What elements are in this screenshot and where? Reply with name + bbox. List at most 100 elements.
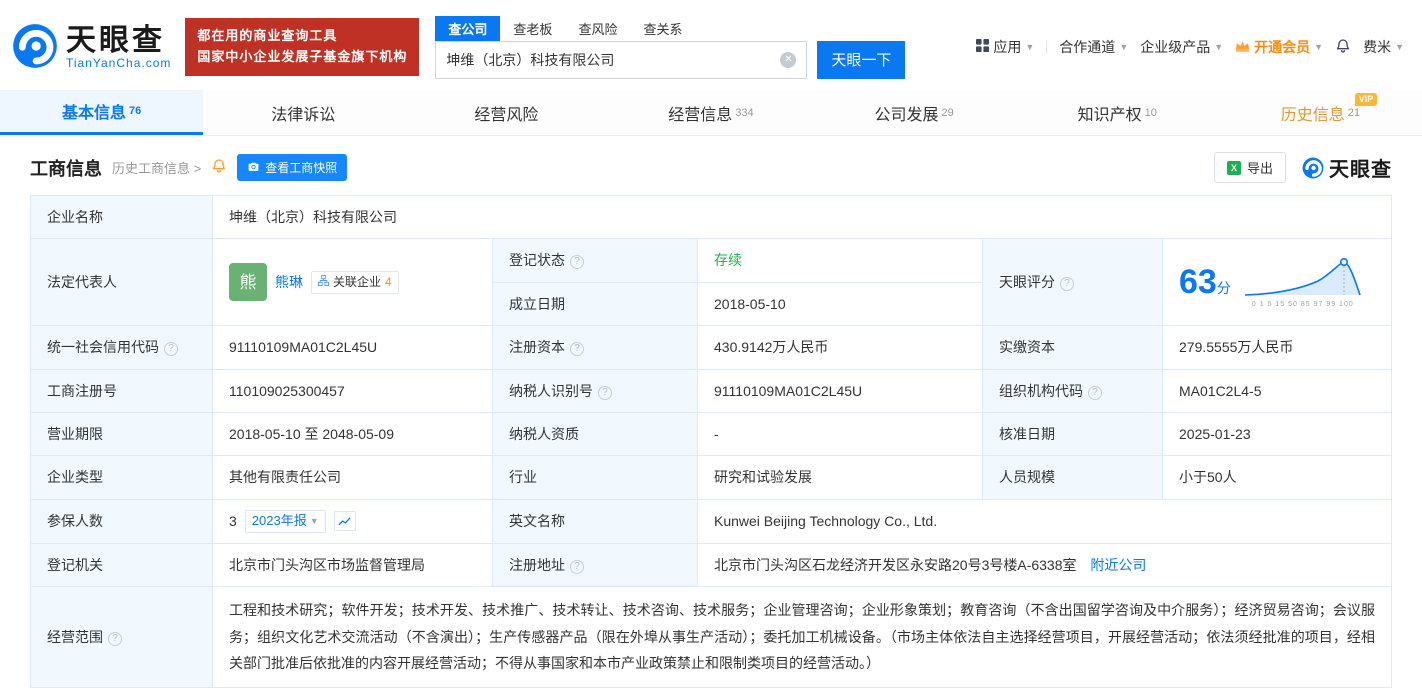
tab-basic-info[interactable]: 基本信息76 xyxy=(0,90,203,135)
search-button[interactable]: 天眼一下 xyxy=(817,41,905,79)
company-type-value: 其他有限责任公司 xyxy=(213,456,493,499)
camera-icon xyxy=(247,160,260,176)
tab-count: 21 xyxy=(1348,107,1360,119)
tab-legal-proceedings[interactable]: 法律诉讼 xyxy=(203,90,406,135)
nav-apps[interactable]: 应用 ▼ xyxy=(976,37,1034,57)
search-tab-company[interactable]: 查公司 xyxy=(435,16,500,41)
nearby-companies-link[interactable]: 附近公司 xyxy=(1090,557,1146,573)
insured-count-value: 3 xyxy=(229,510,237,532)
clear-search-icon[interactable]: ✕ xyxy=(780,52,796,68)
insured-count-label: 参保人数 xyxy=(31,499,213,543)
search-tab-boss[interactable]: 查老板 xyxy=(500,16,565,41)
user-menu[interactable]: 费米 ▼ xyxy=(1363,37,1404,57)
taxpayer-qualification-value: - xyxy=(698,412,983,455)
view-business-snapshot-button[interactable]: 查看工商快照 xyxy=(237,154,347,181)
nav-enterprise-label: 企业级产品 xyxy=(1140,37,1210,57)
tab-business-info[interactable]: 经营信息334 xyxy=(609,90,812,135)
registered-address-cell: 北京市门头沟区石龙经济开发区永安路20号3号楼A-6338室 附近公司 xyxy=(698,543,1392,586)
tab-label: 知识产权 xyxy=(1078,101,1142,125)
industry-value: 研究和试验发展 xyxy=(698,456,983,499)
help-icon[interactable]: ? xyxy=(108,632,122,646)
nav-open-membership[interactable]: 开通会员 ▼ xyxy=(1235,37,1323,57)
org-code-label: 组织机构代码? xyxy=(983,369,1163,412)
tab-operational-risk[interactable]: 经营风险 xyxy=(406,90,609,135)
notification-bell[interactable] xyxy=(1335,38,1351,57)
business-scope-label: 经营范围? xyxy=(31,586,213,687)
approval-date-value: 2025-01-23 xyxy=(1163,412,1392,455)
search-tab-risk[interactable]: 查风险 xyxy=(565,16,630,41)
table-row: 企业名称 坤维（北京）科技有限公司 xyxy=(31,196,1392,239)
divider xyxy=(1046,40,1047,54)
tianyancha-logo[interactable]: 天眼查 TianYanCha.com xyxy=(12,23,171,72)
snapshot-button-label: 查看工商快照 xyxy=(265,159,337,176)
annual-report-link[interactable]: 2023年报▼ xyxy=(245,510,326,533)
staff-size-value: 小于50人 xyxy=(1163,456,1392,499)
table-row: 登记机关 北京市门头沟区市场监督管理局 注册地址? 北京市门头沟区石龙经济开发区… xyxy=(31,543,1392,586)
table-row: 统一社会信用代码? 91110109MA01C2L45U 注册资本? 430.9… xyxy=(31,326,1392,369)
legal-rep-avatar[interactable]: 熊 xyxy=(229,263,267,301)
table-row: 法定代表人 熊 熊琳 关联企业 4 登记状态? 存续 xyxy=(31,239,1392,282)
tab-intellectual-property[interactable]: 知识产权10 xyxy=(1016,90,1219,135)
tab-company-development[interactable]: 公司发展29 xyxy=(813,90,1016,135)
username: 费米 xyxy=(1363,37,1391,57)
paid-capital-value: 279.5555万人民币 xyxy=(1163,326,1392,369)
tab-count: 10 xyxy=(1145,107,1157,119)
export-button[interactable]: X 导出 xyxy=(1214,152,1286,183)
monitor-bell-icon[interactable] xyxy=(211,158,227,177)
grid-icon xyxy=(976,39,989,55)
reg-capital-value: 430.9142万人民币 xyxy=(698,326,983,369)
history-business-info-link[interactable]: 历史工商信息 > xyxy=(112,158,201,177)
score-label: 天眼评分? xyxy=(983,239,1163,326)
company-type-label: 企业类型 xyxy=(31,456,213,499)
org-code-value: MA01C2L4-5 xyxy=(1163,369,1392,412)
tab-label: 基本信息 xyxy=(62,99,126,123)
tab-history-info[interactable]: 历史信息21 VIP xyxy=(1219,90,1422,135)
related-companies-tag[interactable]: 关联企业 4 xyxy=(311,271,399,294)
nav-cooperation[interactable]: 合作通道 ▼ xyxy=(1059,37,1128,57)
nav-cooperation-label: 合作通道 xyxy=(1059,37,1115,57)
tax-id-label: 纳税人识别号? xyxy=(493,369,698,412)
company-name-value: 坤维（北京）科技有限公司 xyxy=(213,196,1392,239)
score-distribution-chart: 0 1 5 15 50 85 97 99 100 xyxy=(1243,255,1363,310)
registered-address-value: 北京市门头沟区石龙经济开发区永安路20号3号楼A-6338室 xyxy=(714,557,1077,573)
slogan-line2: 国家中小企业发展子基金旗下机构 xyxy=(197,47,407,68)
bell-icon xyxy=(1335,38,1351,57)
help-icon[interactable]: ? xyxy=(570,342,584,356)
help-icon[interactable]: ? xyxy=(164,342,178,356)
established-value: 2018-05-10 xyxy=(698,282,983,325)
logo-domain: TianYanCha.com xyxy=(66,57,171,70)
logo-title: 天眼查 xyxy=(66,24,171,57)
staff-size-label: 人员规模 xyxy=(983,456,1163,499)
table-row: 经营范围? 工程和技术研究；软件开发；技术开发、技术推广、技术转让、技术咨询、技… xyxy=(31,586,1392,687)
chevron-down-icon: ▼ xyxy=(1395,42,1404,52)
related-companies-count: 4 xyxy=(385,273,392,292)
help-icon[interactable]: ? xyxy=(570,255,584,269)
search-input[interactable] xyxy=(446,52,780,68)
help-icon[interactable]: ? xyxy=(1088,386,1102,400)
tab-label: 经营信息 xyxy=(668,101,732,125)
trend-chart-icon[interactable] xyxy=(334,511,356,531)
legal-rep-name-link[interactable]: 熊琳 xyxy=(275,271,303,293)
search-box[interactable]: ✕ xyxy=(435,41,807,79)
slogan-line1: 都在用的商业查询工具 xyxy=(197,26,407,47)
legal-rep-label: 法定代表人 xyxy=(31,239,213,326)
credit-code-label: 统一社会信用代码? xyxy=(31,326,213,369)
business-term-value: 2018-05-10 至 2048-05-09 xyxy=(213,412,493,455)
reg-capital-label: 注册资本? xyxy=(493,326,698,369)
credit-code-value: 91110109MA01C2L45U xyxy=(213,326,493,369)
help-icon[interactable]: ? xyxy=(570,560,584,574)
legal-rep-cell: 熊 熊琳 关联企业 4 xyxy=(213,239,493,326)
vip-badge: VIP xyxy=(1355,93,1378,106)
tab-count: 76 xyxy=(129,105,141,117)
help-icon[interactable]: ? xyxy=(598,386,612,400)
help-icon[interactable]: ? xyxy=(1060,277,1074,291)
score-cell[interactable]: 63分 0 1 5 15 50 85 97 99 100 xyxy=(1163,239,1392,326)
search-tab-relation[interactable]: 查关系 xyxy=(630,16,695,41)
nav-enterprise-products[interactable]: 企业级产品 ▼ xyxy=(1140,37,1223,57)
excel-icon: X xyxy=(1227,161,1241,175)
english-name-value: Kunwei Beijing Technology Co., Ltd. xyxy=(698,499,1392,543)
crown-icon xyxy=(1235,39,1250,55)
brand-watermark-label: 天眼查 xyxy=(1329,153,1392,182)
table-row: 营业期限 2018-05-10 至 2048-05-09 纳税人资质 - 核准日… xyxy=(31,412,1392,455)
section-header: 工商信息 历史工商信息 > 查看工商快照 X 导出 天眼查 xyxy=(0,136,1422,193)
